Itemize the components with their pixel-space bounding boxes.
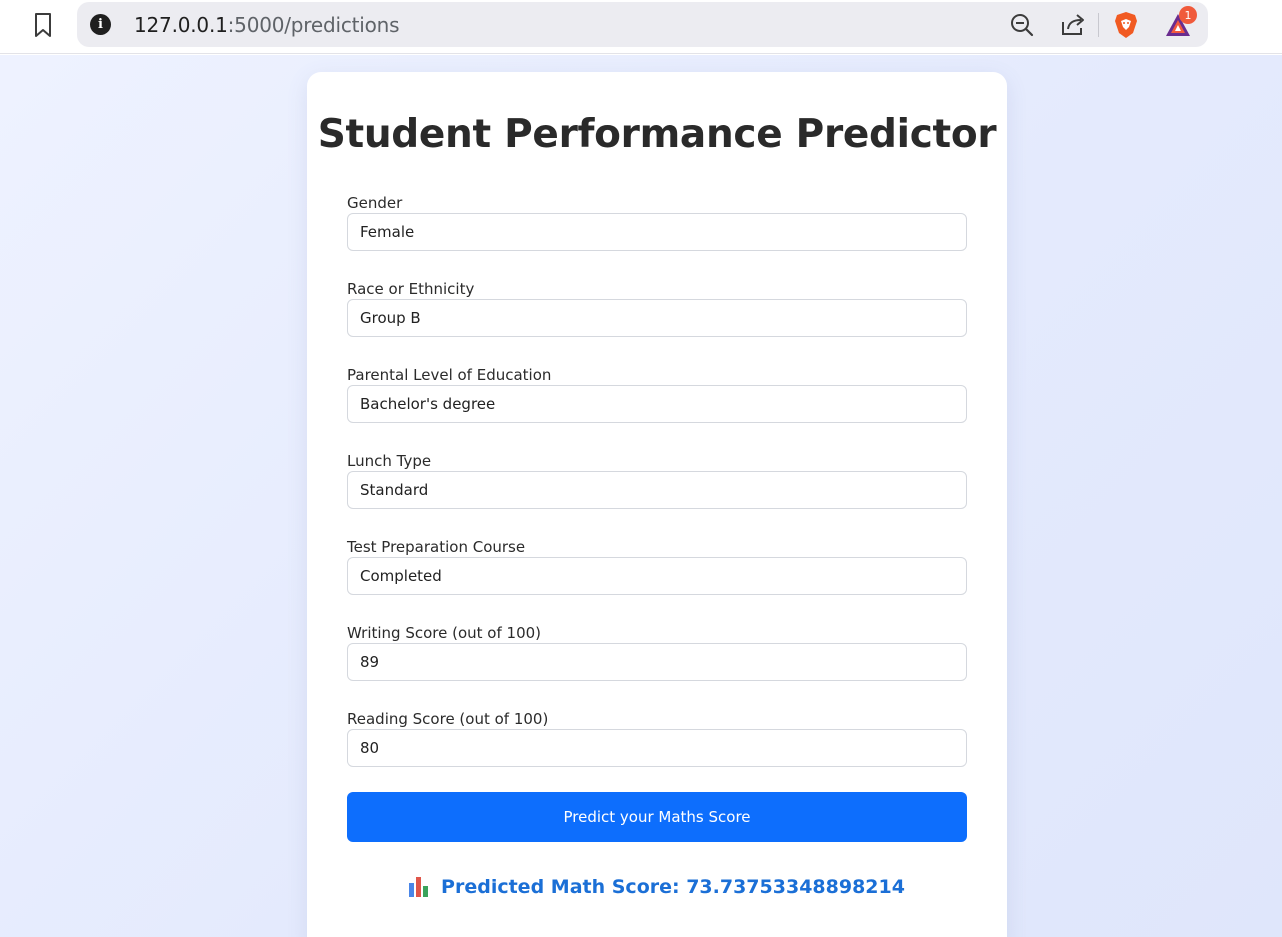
field-label: Gender — [347, 194, 403, 212]
field-label: Reading Score (out of 100) — [347, 710, 549, 728]
address-bar[interactable]: i 127.0.0.1:5000/predictions — [77, 2, 1208, 47]
bookmark-icon[interactable] — [28, 10, 58, 40]
race-select[interactable]: Group B — [347, 299, 967, 337]
bar-chart-icon — [409, 877, 431, 897]
browser-toolbar: i 127.0.0.1:5000/predictions 1 — [0, 0, 1282, 54]
page-background: Student Performance Predictor Gender Fem… — [0, 55, 1282, 937]
test-prep-select[interactable]: Completed — [347, 557, 967, 595]
predictor-form-card: Student Performance Predictor Gender Fem… — [307, 72, 1007, 937]
predict-button[interactable]: Predict your Maths Score — [347, 792, 967, 842]
field-label: Race or Ethnicity — [347, 280, 475, 298]
notification-badge: 1 — [1179, 6, 1197, 24]
field-label: Test Preparation Course — [347, 538, 526, 556]
result-text: Predicted Math Score: 73.73753348898214 — [441, 876, 905, 898]
prediction-result: Predicted Math Score: 73.73753348898214 — [307, 876, 1007, 898]
field-label: Lunch Type — [347, 452, 432, 470]
url-text[interactable]: 127.0.0.1:5000/predictions — [134, 13, 400, 37]
share-icon[interactable] — [1058, 10, 1088, 40]
brave-shields-icon[interactable] — [1111, 10, 1141, 40]
reading-score-input[interactable]: 80 — [347, 729, 967, 767]
field-label: Parental Level of Education — [347, 366, 552, 384]
writing-score-field: Writing Score (out of 100) 89 — [347, 623, 967, 681]
reading-score-field: Reading Score (out of 100) 80 — [347, 709, 967, 767]
test-prep-field: Test Preparation Course Completed — [347, 537, 967, 595]
lunch-field: Lunch Type Standard — [347, 451, 967, 509]
parental-education-select[interactable]: Bachelor's degree — [347, 385, 967, 423]
page-title: Student Performance Predictor — [317, 112, 997, 157]
race-field: Race or Ethnicity Group B — [347, 279, 967, 337]
brave-rewards-icon[interactable]: 1 — [1163, 6, 1197, 40]
lunch-select[interactable]: Standard — [347, 471, 967, 509]
parental-education-field: Parental Level of Education Bachelor's d… — [347, 365, 967, 423]
field-label: Writing Score (out of 100) — [347, 624, 542, 642]
writing-score-input[interactable]: 89 — [347, 643, 967, 681]
toolbar-separator — [1098, 13, 1099, 37]
site-info-icon[interactable]: i — [90, 14, 111, 35]
gender-select[interactable]: Female — [347, 213, 967, 251]
zoom-out-icon[interactable] — [1007, 10, 1037, 40]
gender-field: Gender Female — [347, 193, 967, 251]
